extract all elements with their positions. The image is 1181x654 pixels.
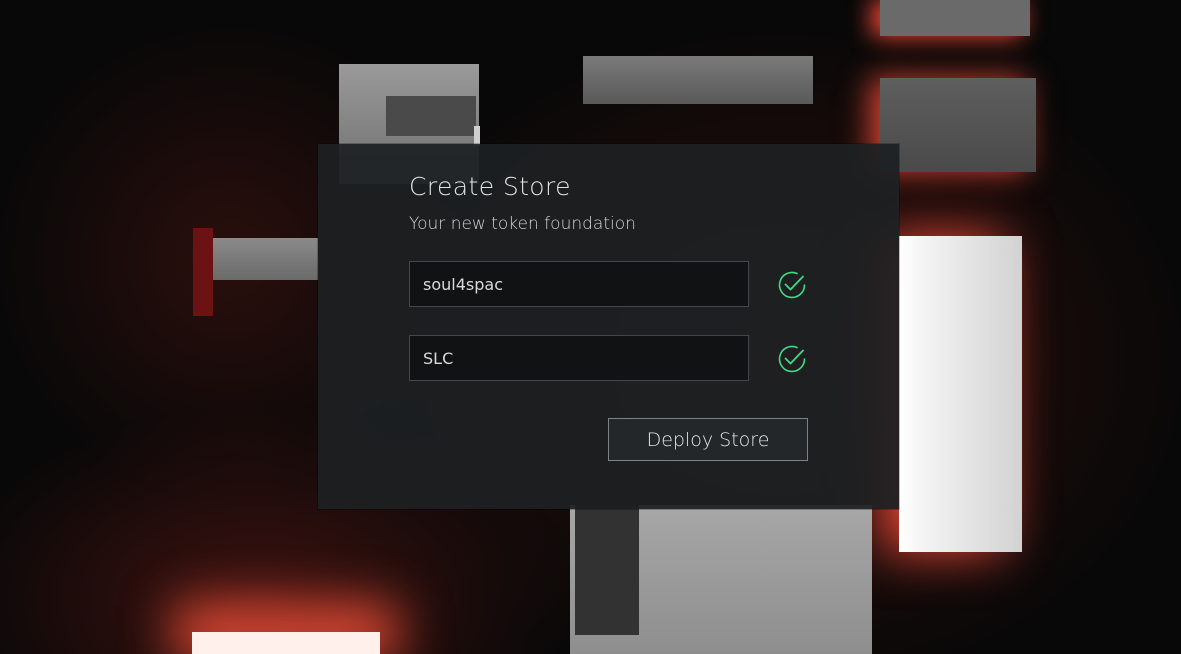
bg-block — [192, 632, 380, 654]
deploy-store-button[interactable]: Deploy Store — [608, 418, 808, 461]
bg-block — [200, 238, 318, 280]
bg-block — [583, 56, 813, 104]
create-store-dialog: Create Store Your new token foundation D… — [318, 144, 899, 509]
store-name-input[interactable] — [409, 261, 749, 307]
bg-block — [193, 228, 213, 316]
dialog-title: Create Store — [409, 172, 571, 201]
token-symbol-input[interactable] — [409, 335, 749, 381]
bg-block — [575, 505, 639, 635]
bg-block — [880, 0, 1030, 36]
check-circle-icon — [778, 345, 806, 373]
bg-block — [474, 126, 480, 146]
bg-block — [880, 78, 1036, 172]
bg-block — [386, 96, 476, 136]
dialog-subtitle: Your new token foundation — [409, 214, 636, 234]
check-circle-icon — [778, 271, 806, 299]
background-scene: Create Store Your new token foundation D… — [0, 0, 1181, 654]
bg-block — [899, 236, 1022, 552]
